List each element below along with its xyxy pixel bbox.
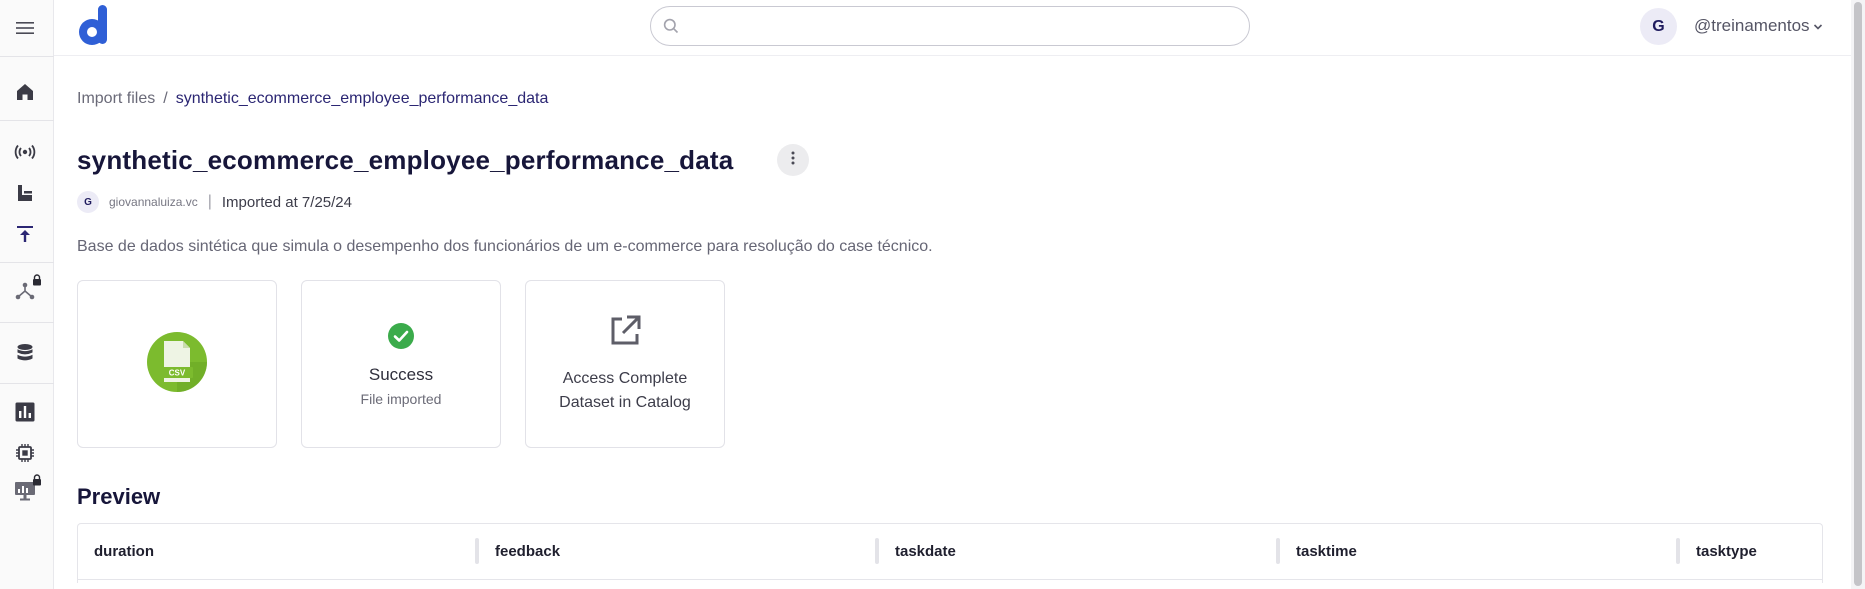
status-subtitle: File imported xyxy=(360,390,442,407)
column-header[interactable]: duration xyxy=(78,524,479,580)
sidebar-divider xyxy=(0,56,54,57)
svg-text:CSV: CSV xyxy=(169,368,186,377)
sidebar xyxy=(0,0,54,589)
upload-icon[interactable] xyxy=(12,221,38,247)
breadcrumb: Import files / synthetic_ecommerce_emplo… xyxy=(77,90,548,108)
more-options-button[interactable] xyxy=(777,144,809,176)
author-name[interactable]: giovannaluiza.vc xyxy=(109,195,198,209)
lock-icon xyxy=(32,473,42,491)
page-scrollbar[interactable] xyxy=(1851,0,1865,589)
preview-heading: Preview xyxy=(77,484,161,509)
search-bar[interactable] xyxy=(650,6,1250,46)
import-status-card: Success File imported xyxy=(301,280,501,448)
column-header-label: tasktype xyxy=(1696,543,1757,560)
imported-date: Imported at 7/25/24 xyxy=(221,193,352,211)
search-input[interactable] xyxy=(685,15,1235,39)
app-logo[interactable] xyxy=(76,5,112,49)
sidebar-divider xyxy=(0,322,54,323)
scrollbar-thumb[interactable] xyxy=(1854,2,1862,586)
catalog-line-1: Access Complete xyxy=(562,369,688,387)
column-header-label: taskdate xyxy=(895,543,956,560)
import-meta: G giovannaluiza.vc | Imported at 7/25/24 xyxy=(77,191,352,213)
sidebar-divider xyxy=(0,262,54,263)
monitor-icon[interactable] xyxy=(12,474,41,504)
home-icon[interactable] xyxy=(12,79,38,105)
account-menu[interactable]: @treinamentos xyxy=(1694,16,1823,36)
column-header[interactable]: tasktime xyxy=(1280,524,1680,580)
column-header[interactable]: tasktype xyxy=(1680,524,1822,580)
bar-chart-icon[interactable] xyxy=(12,399,38,425)
lock-icon xyxy=(32,273,42,291)
preview-table: duration feedback taskdate tasktime task… xyxy=(77,523,1823,583)
breadcrumb-import-files[interactable]: Import files xyxy=(77,90,155,108)
sidebar-divider xyxy=(0,120,54,121)
account-name: @treinamentos xyxy=(1694,16,1810,35)
meta-separator: | xyxy=(207,193,212,210)
catalog-line-2: Dataset in Catalog xyxy=(559,393,691,411)
chip-icon[interactable] xyxy=(12,440,38,466)
column-header[interactable]: taskdate xyxy=(879,524,1280,580)
network-icon[interactable] xyxy=(12,274,41,304)
external-link-icon xyxy=(608,314,642,353)
dataset-description: Base de dados sintética que simula o des… xyxy=(77,238,933,255)
check-circle-icon xyxy=(387,322,415,355)
page-title: synthetic_ecommerce_employee_performance… xyxy=(77,145,734,175)
antenna-icon[interactable] xyxy=(12,139,38,165)
sidebar-divider xyxy=(0,383,54,384)
author-avatar: G xyxy=(77,191,99,213)
breadcrumb-separator: / xyxy=(163,90,168,107)
catalog-link-text: Access Complete Dataset in Catalog xyxy=(559,367,691,415)
breadcrumb-current: synthetic_ecommerce_employee_performance… xyxy=(175,90,549,107)
column-header[interactable]: feedback xyxy=(479,524,879,580)
csv-file-icon: CSV xyxy=(147,331,207,397)
search-icon xyxy=(663,18,679,39)
column-header-label: duration xyxy=(94,543,154,560)
top-bar: G @treinamentos xyxy=(54,0,1851,56)
database-icon[interactable] xyxy=(12,340,38,366)
hamburger-icon[interactable] xyxy=(12,15,38,41)
ingest-icon[interactable] xyxy=(12,180,38,206)
chevron-down-icon xyxy=(1813,16,1823,36)
status-title: Success xyxy=(368,364,434,384)
file-type-card: CSV xyxy=(77,280,277,448)
more-vertical-icon xyxy=(791,151,795,170)
column-header-label: feedback xyxy=(495,543,561,560)
column-header-label: tasktime xyxy=(1296,543,1357,560)
avatar[interactable]: G xyxy=(1640,8,1677,45)
open-catalog-card[interactable]: Access Complete Dataset in Catalog xyxy=(525,280,725,448)
